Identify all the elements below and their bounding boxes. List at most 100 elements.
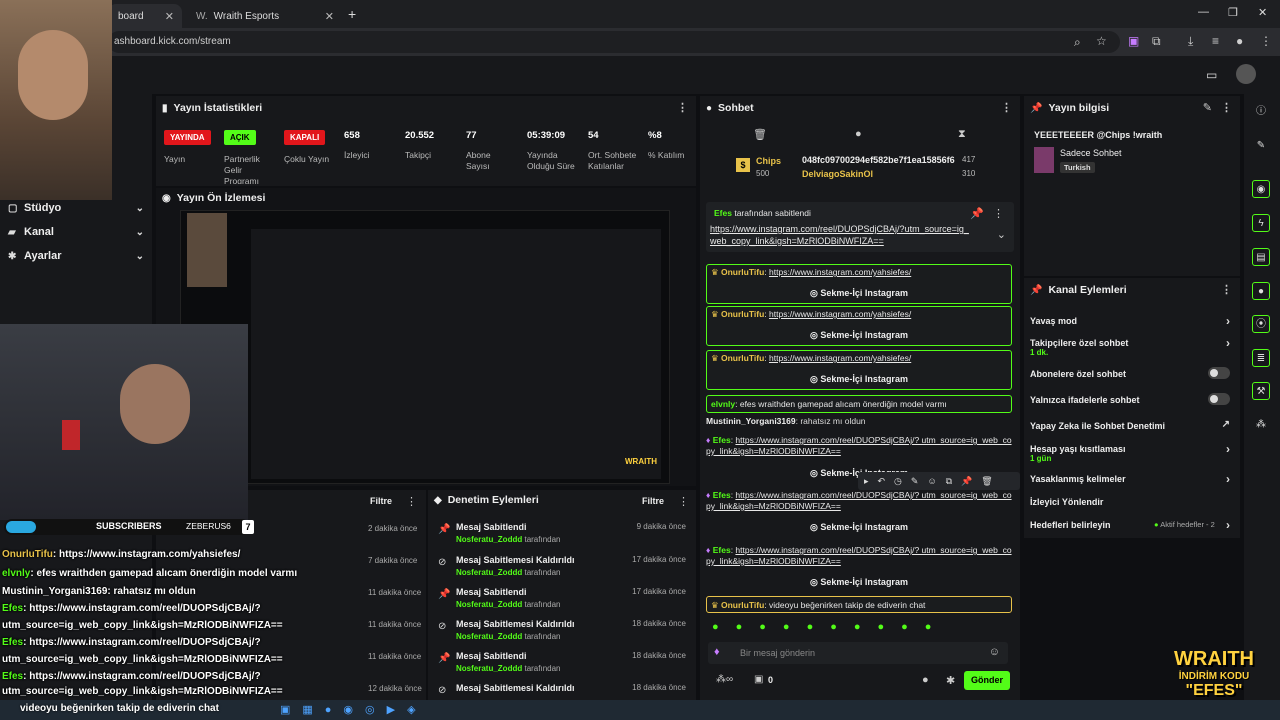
- chat-icon[interactable]: ●: [855, 128, 862, 140]
- emoji-icon[interactable]: ☺: [989, 646, 1000, 658]
- instagram-button[interactable]: ◎ Sekme-İçi Instagram: [706, 522, 1012, 533]
- tab-wraith[interactable]: W. Wraith Esports ✕: [186, 4, 342, 28]
- more-icon[interactable]: ⋮: [1221, 283, 1232, 296]
- action-goals[interactable]: Hedefleri belirleyin ● Aktif hedefler - 2…: [1030, 518, 1230, 532]
- subscribers-only-toggle[interactable]: [1208, 367, 1230, 379]
- info-icon[interactable]: ⓘ: [1252, 103, 1270, 121]
- instagram-button[interactable]: ◎ Sekme-İçi Instagram: [707, 330, 1011, 341]
- stream-preview-video[interactable]: WRAITH: [180, 210, 670, 484]
- chat-user[interactable]: Mustinin_Yorgani3169: [706, 416, 796, 426]
- trash-icon[interactable]: 🗑: [753, 128, 767, 141]
- action-account-age[interactable]: Hesap yaşı kısıtlaması 1 gün ›: [1030, 442, 1230, 463]
- message-action-toolbar[interactable]: ▸↶◷✎☺⧉📌🗑: [858, 472, 1020, 490]
- sidebar-item-studio[interactable]: ▢ Stüdyo ⌄: [8, 198, 148, 218]
- emote-bar[interactable]: ●●●●●●●●●●: [712, 621, 1012, 637]
- chat-link[interactable]: https://www.instagram.com/reel/DUOPSdjCB…: [706, 545, 1012, 566]
- row-time: 17 dakika önce: [632, 587, 686, 596]
- browser-menu-icon[interactable]: ⋮: [1260, 34, 1272, 48]
- pencil-icon[interactable]: ✎: [1252, 137, 1270, 155]
- action-slow-mode[interactable]: Yavaş mod ›: [1030, 314, 1230, 328]
- avatar[interactable]: [1236, 64, 1256, 84]
- stat-label: İzleyici: [344, 150, 370, 160]
- filter-button[interactable]: Filtre: [370, 496, 392, 506]
- close-icon[interactable]: ✕: [325, 10, 334, 23]
- pin-icon: 📌: [438, 653, 451, 664]
- chat-user[interactable]: OnurluTifu: [721, 353, 764, 363]
- chat-bubble-icon[interactable]: ●: [922, 674, 929, 686]
- chat-link[interactable]: https://www.instagram.com/yahsiefes/: [769, 309, 911, 319]
- pin-icon[interactable]: 📌: [970, 207, 984, 220]
- chat-input[interactable]: ♦ Bir mesaj gönderin ☺: [708, 642, 1008, 664]
- chat-user[interactable]: Efes: [713, 545, 731, 555]
- pinned-link[interactable]: https://www.instagram.com/reel/DUOPSdjCB…: [710, 223, 970, 247]
- hourglass-icon[interactable]: ⧗: [958, 128, 966, 141]
- taskbar-app-icons[interactable]: ▣▦●◉◎▶◈: [280, 703, 428, 716]
- chat-link[interactable]: https://www.instagram.com/reel/DUOPSdjCB…: [706, 435, 1012, 456]
- emote-only-toggle[interactable]: [1208, 393, 1230, 405]
- close-window-icon[interactable]: ✕: [1258, 6, 1267, 19]
- chat-user[interactable]: Efes: [713, 435, 731, 445]
- action-raid[interactable]: İzleyici Yönlendir: [1030, 497, 1230, 507]
- gift-icon[interactable]: ▣: [754, 674, 763, 685]
- profile-icon[interactable]: ●: [1236, 34, 1243, 48]
- badge-icon: ♦: [706, 490, 711, 500]
- wrench-icon[interactable]: ⚒: [1252, 382, 1270, 400]
- instagram-button[interactable]: ◎ Sekme-İçi Instagram: [706, 577, 1012, 588]
- action-banned-words[interactable]: Yasaklanmış kelimeler ›: [1030, 472, 1230, 486]
- more-icon[interactable]: ⋮: [993, 207, 1004, 220]
- bookmark-star-icon[interactable]: ☆: [1096, 34, 1107, 48]
- send-button[interactable]: Gönder: [964, 671, 1010, 690]
- filter-button[interactable]: Filtre: [642, 496, 664, 506]
- zoom-icon[interactable]: ⌕: [1074, 35, 1081, 50]
- event-time: 11 dakika önce: [368, 652, 422, 661]
- minimize-icon[interactable]: —: [1198, 6, 1209, 18]
- more-icon[interactable]: ⋮: [677, 101, 688, 114]
- sidebar-item-channel[interactable]: ▰ Kanal ⌄: [8, 222, 148, 242]
- chat-link[interactable]: https://www.instagram.com/yahsiefes/: [769, 353, 911, 363]
- panel-title: Yayın Ön İzlemesi: [176, 192, 266, 204]
- category-name[interactable]: Sadece Sohbet: [1060, 148, 1122, 158]
- instagram-button[interactable]: ◎ Sekme-İçi Instagram: [707, 288, 1011, 299]
- document-icon[interactable]: ▤: [1252, 248, 1270, 266]
- tab-dashboard[interactable]: board ✕: [108, 4, 182, 28]
- chat-user[interactable]: elvnly: [711, 399, 735, 409]
- points-icon[interactable]: ⁂∞: [716, 674, 733, 685]
- instagram-button[interactable]: ◎ Sekme-İçi Instagram: [707, 374, 1011, 385]
- broadcast-icon[interactable]: ⦿: [1252, 315, 1270, 333]
- lightning-icon[interactable]: ϟ: [1252, 214, 1270, 232]
- chat-link[interactable]: https://www.instagram.com/yahsiefes/: [769, 267, 911, 277]
- chat-user[interactable]: OnurluTifu: [721, 267, 764, 277]
- puzzle-icon[interactable]: ⧉: [1152, 34, 1161, 49]
- action-ai-moderation[interactable]: Yapay Zeka ile Sohbet Denetimi ↗: [1030, 419, 1230, 431]
- maximize-icon[interactable]: ❐: [1228, 6, 1238, 19]
- chat-rail-icon[interactable]: ●: [1252, 282, 1270, 300]
- layers-icon[interactable]: ≣: [1252, 349, 1270, 367]
- sidebar-item-settings[interactable]: ✱ Ayarlar ⌄: [8, 246, 148, 266]
- gear-icon[interactable]: ✱: [946, 674, 955, 687]
- chat-user[interactable]: OnurluTifu: [721, 309, 764, 319]
- url-field[interactable]: ashboard.kick.com/stream: [108, 31, 1120, 53]
- more-icon[interactable]: ⋮: [1001, 101, 1012, 114]
- panel-title: Denetim Eylemleri: [447, 494, 539, 506]
- chat-user[interactable]: Efes: [713, 490, 731, 500]
- extension-icon[interactable]: ▣: [1128, 34, 1139, 48]
- event-time: 11 dakika önce: [368, 588, 422, 597]
- partner-badge: AÇIK: [224, 130, 256, 145]
- close-icon[interactable]: ✕: [165, 10, 174, 23]
- chat-link[interactable]: https://www.instagram.com/reel/DUOPSdjCB…: [706, 490, 1012, 511]
- action-followers-only[interactable]: Takipçilere özel sohbet 1 dk. ›: [1030, 336, 1230, 357]
- tv-icon[interactable]: ▭: [1206, 68, 1217, 82]
- chevron-down-icon[interactable]: ⌄: [997, 228, 1006, 241]
- more-icon[interactable]: ⋮: [1221, 101, 1232, 114]
- menu-lines-icon[interactable]: ≡: [1212, 34, 1219, 48]
- camera-icon[interactable]: ◉: [1252, 180, 1270, 198]
- download-icon[interactable]: ⤓: [1188, 34, 1193, 49]
- edit-icon[interactable]: ✎: [1203, 101, 1212, 114]
- more-icon[interactable]: ⋮: [678, 495, 689, 508]
- language-tag: Turkish: [1060, 162, 1095, 173]
- new-tab-button[interactable]: +: [348, 6, 356, 22]
- nodes-icon[interactable]: ⁂: [1252, 416, 1270, 434]
- more-icon[interactable]: ⋮: [406, 495, 417, 508]
- pinned-message[interactable]: Efes tarafından sabitlendi 📌 ⋮ https://w…: [706, 202, 1014, 252]
- chat-user[interactable]: OnurluTifu: [721, 600, 764, 610]
